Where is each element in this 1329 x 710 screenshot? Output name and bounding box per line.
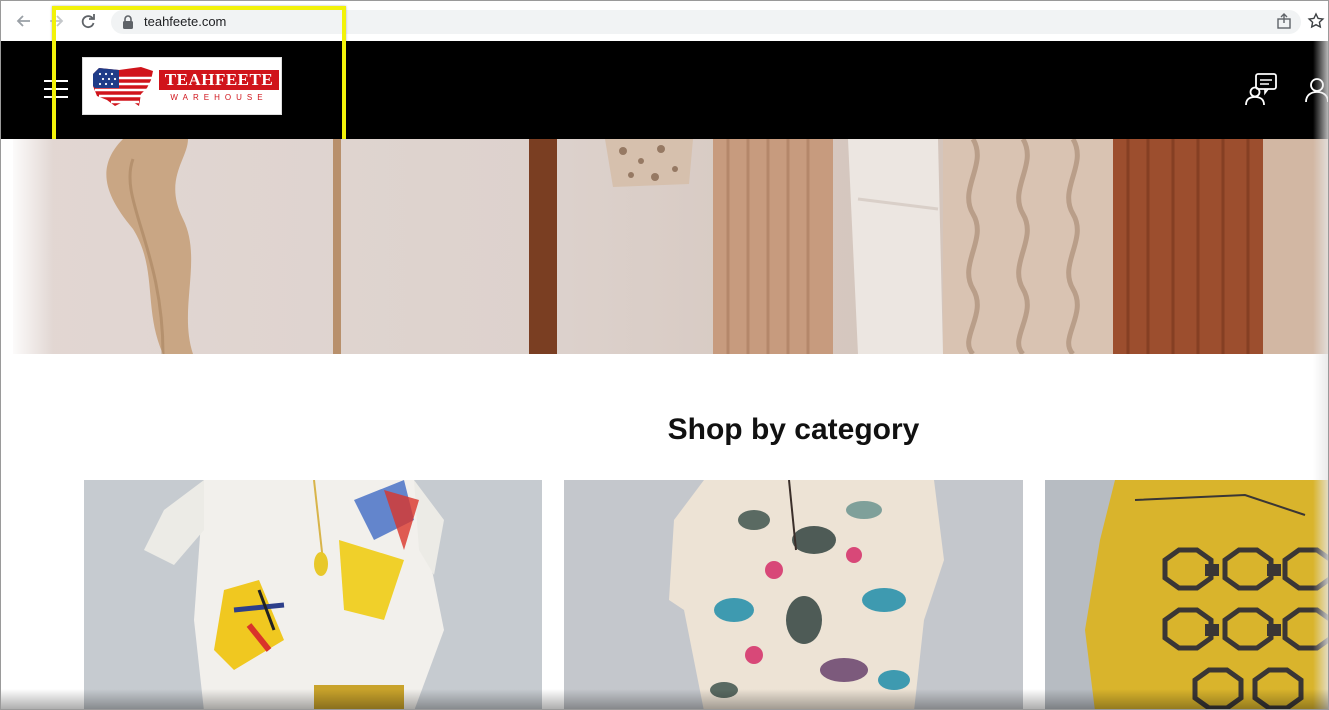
product-image (84, 480, 542, 709)
category-card-1[interactable] (84, 480, 542, 709)
product-image (564, 480, 1023, 709)
share-icon[interactable] (1275, 12, 1293, 30)
hero-banner[interactable] (13, 139, 1328, 354)
category-card-2[interactable] (564, 480, 1023, 709)
right-edge-shadow (1313, 41, 1328, 709)
logo-highlight-annotation (52, 6, 346, 148)
bottom-edge-shadow (1, 689, 1328, 709)
chat-support-icon[interactable] (1244, 72, 1278, 106)
category-card-3[interactable] (1045, 480, 1328, 709)
product-image (1045, 480, 1328, 709)
section-title: Shop by category (667, 413, 920, 446)
clothing-rack-illustration (13, 139, 1328, 354)
screenshot-frame: teahfeete.com TEAHFEETE WAREHOUSE Shop b… (0, 0, 1329, 710)
star-icon[interactable] (1307, 12, 1325, 30)
back-arrow-icon[interactable] (14, 11, 34, 31)
